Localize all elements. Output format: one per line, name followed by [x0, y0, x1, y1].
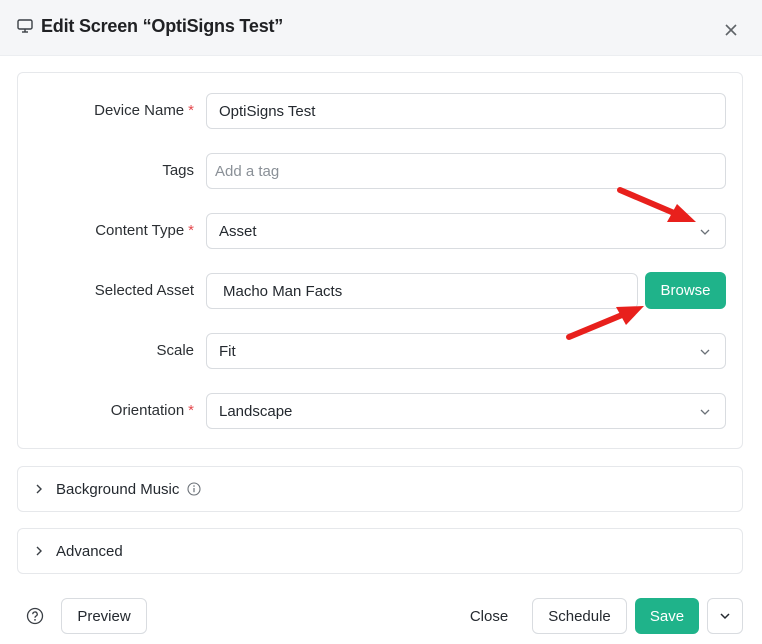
- content-type-select[interactable]: Asset: [206, 213, 726, 249]
- chevron-down-icon: [700, 229, 710, 235]
- orientation-select[interactable]: Landscape: [206, 393, 726, 429]
- help-circle-icon[interactable]: [26, 607, 44, 625]
- save-button[interactable]: Save: [635, 598, 699, 634]
- close-button[interactable]: Close: [459, 598, 519, 634]
- save-options-button[interactable]: [707, 598, 743, 634]
- orientation-label: Orientation *: [110, 402, 194, 419]
- content-type-value: Asset: [219, 222, 257, 240]
- selected-asset-value: Macho Man Facts: [223, 282, 343, 300]
- selected-asset-label: Selected Asset: [94, 282, 194, 299]
- close-icon[interactable]: [722, 21, 740, 39]
- scale-select[interactable]: Fit: [206, 333, 726, 369]
- modal-title: Edit Screen “OptiSigns Test”: [41, 16, 284, 36]
- device-name-value: OptiSigns Test: [219, 102, 316, 120]
- scale-value: Fit: [219, 342, 236, 360]
- chevron-down-icon: [720, 613, 730, 620]
- background-music-section[interactable]: Background Music: [17, 466, 743, 512]
- background-music-label: Background Music: [56, 480, 180, 498]
- browse-button[interactable]: Browse: [645, 272, 726, 309]
- chevron-right-icon: [36, 546, 42, 556]
- tags-label: Tags: [162, 162, 194, 179]
- tags-placeholder: Add a tag: [215, 162, 280, 180]
- orientation-value: Landscape: [219, 402, 293, 420]
- advanced-section[interactable]: Advanced: [17, 528, 743, 574]
- selected-asset-input[interactable]: Macho Man Facts: [206, 273, 638, 309]
- device-name-label: Device Name *: [94, 102, 194, 119]
- preview-button[interactable]: Preview: [61, 598, 147, 634]
- schedule-button[interactable]: Schedule: [532, 598, 627, 634]
- info-icon[interactable]: [187, 482, 201, 496]
- modal-header: Edit Screen “OptiSigns Test”: [0, 0, 762, 56]
- device-name-input[interactable]: OptiSigns Test: [206, 93, 726, 129]
- chevron-down-icon: [700, 409, 710, 415]
- monitor-icon: [17, 19, 33, 33]
- chevron-down-icon: [700, 349, 710, 355]
- tags-input[interactable]: Add a tag: [206, 153, 726, 189]
- scale-label: Scale: [156, 342, 194, 359]
- chevron-right-icon: [36, 484, 42, 494]
- content-type-label: Content Type *: [95, 222, 194, 239]
- advanced-label: Advanced: [56, 542, 123, 560]
